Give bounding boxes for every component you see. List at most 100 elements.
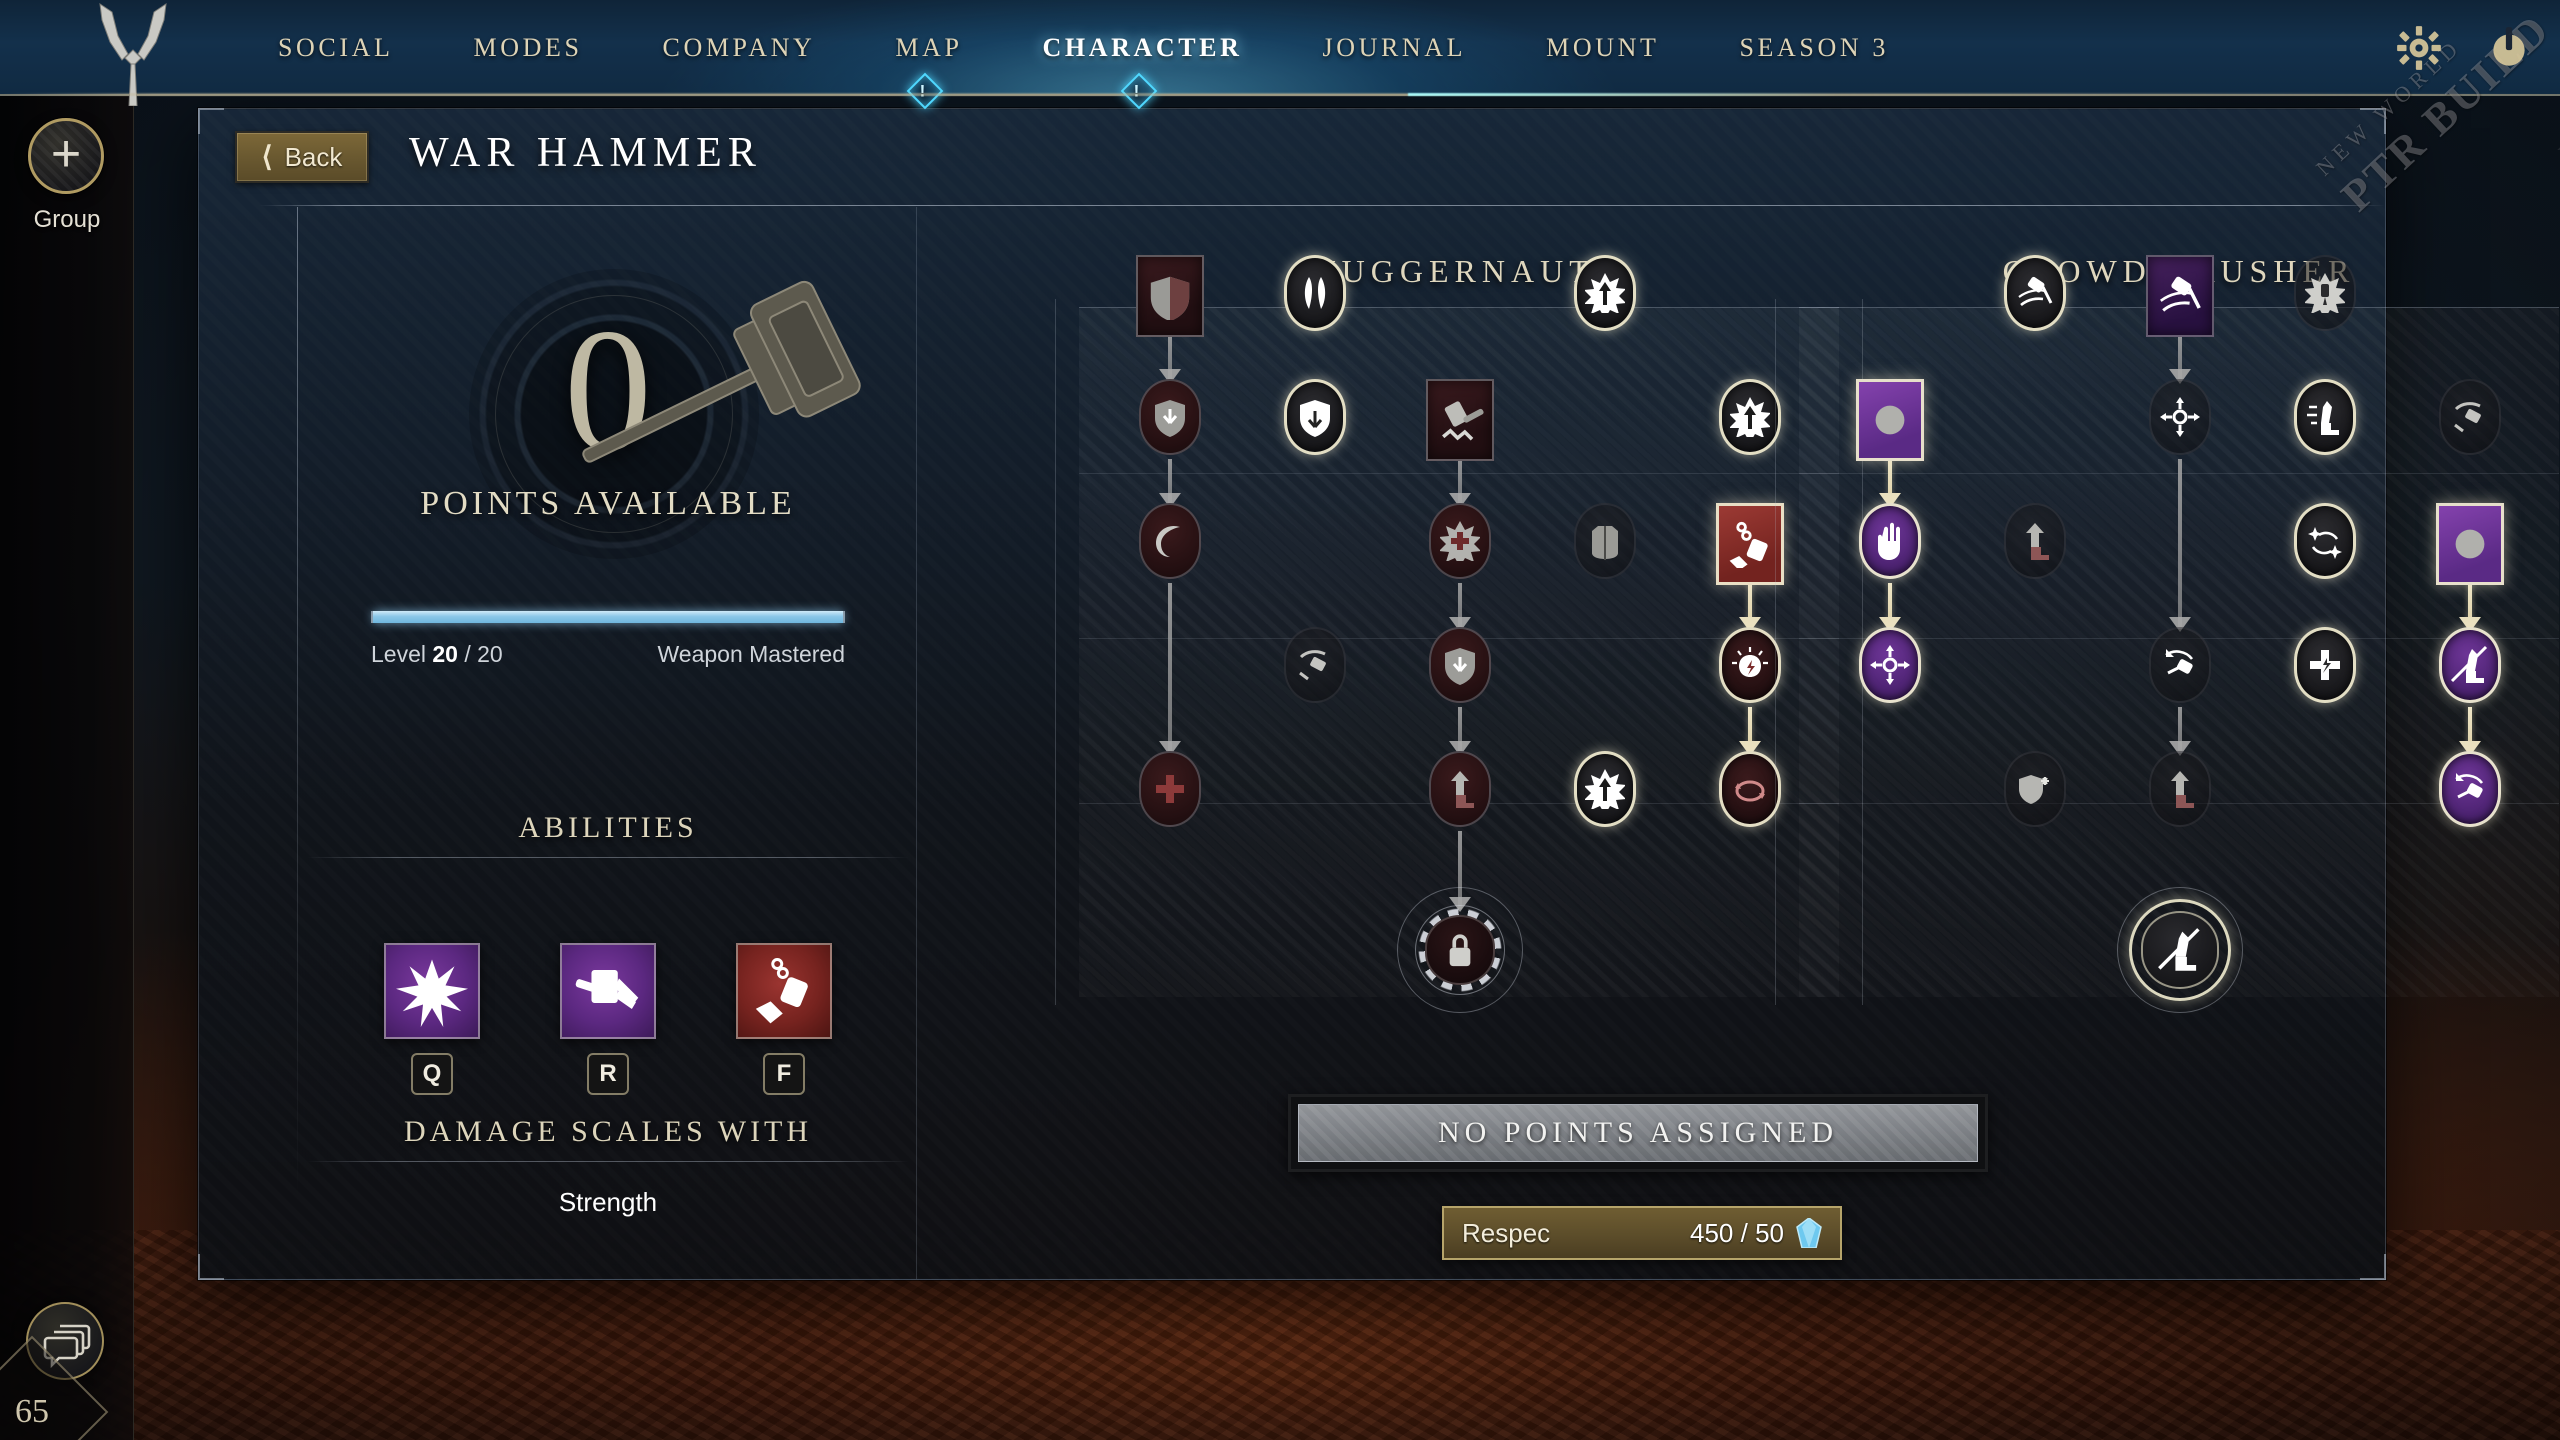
- top-navigation-bar: SOCIAL MODES COMPANY MAP ! CHARACTER ! J…: [0, 0, 2560, 221]
- abilities-heading: ABILITIES: [518, 811, 698, 844]
- power-icon[interactable]: [2484, 23, 2534, 73]
- skill-node[interactable]: [2004, 503, 2066, 579]
- skill-node[interactable]: [1719, 627, 1781, 703]
- nav-item-modes[interactable]: MODES: [434, 0, 623, 96]
- gear-icon[interactable]: [2394, 23, 2444, 73]
- skill-node[interactable]: [2149, 379, 2211, 455]
- skill-node[interactable]: [2294, 627, 2356, 703]
- ability-slot-r[interactable]: R: [560, 943, 656, 1095]
- nav-item-company[interactable]: COMPANY: [623, 0, 856, 96]
- skill-node[interactable]: [1397, 887, 1523, 1013]
- respec-button[interactable]: Respec 450 / 50: [1442, 1206, 1842, 1260]
- nav-item-map[interactable]: MAP !: [855, 0, 1002, 110]
- nav-item-journal[interactable]: JOURNAL: [1282, 0, 1506, 96]
- cross-icon: [1156, 775, 1184, 803]
- swirl-icon: [1156, 525, 1180, 557]
- abilities-row: Q R F: [299, 943, 917, 1095]
- weapon-level-text: Level 20 / 20: [371, 641, 503, 668]
- mastery-status-text: Weapon Mastered: [657, 641, 845, 667]
- armor-vest-icon: [1592, 526, 1618, 560]
- skill-node[interactable]: [1136, 255, 1204, 337]
- skill-link: [2169, 707, 2191, 756]
- mastery-progress-fill: [373, 611, 843, 623]
- skill-node[interactable]: [2146, 255, 2214, 337]
- skill-link: [1159, 459, 1181, 508]
- skill-node[interactable]: [1859, 503, 1921, 579]
- ability-keybind-q: Q: [411, 1053, 453, 1095]
- skill-node[interactable]: [1429, 751, 1491, 827]
- skill-link: [2169, 459, 2191, 632]
- skill-node[interactable]: [1284, 627, 1346, 703]
- points-status-inner: NO POINTS ASSIGNED: [1298, 1104, 1978, 1162]
- burst-arrow-icon: [1730, 397, 1770, 437]
- skill-node[interactable]: [1716, 503, 1784, 585]
- boot-up-icon: [2171, 771, 2194, 808]
- tree-nodes-crowd-crusher: [1799, 207, 2559, 1087]
- skill-node[interactable]: [2117, 887, 2243, 1013]
- nav-item-social[interactable]: SOCIAL: [238, 0, 434, 96]
- ability-slot-f[interactable]: F: [736, 943, 832, 1095]
- skill-node[interactable]: [2294, 379, 2356, 455]
- nav-item-character[interactable]: CHARACTER !: [1003, 0, 1283, 110]
- skill-node[interactable]: [1574, 751, 1636, 827]
- ultimate-core: [1425, 915, 1495, 985]
- skill-node[interactable]: [1429, 627, 1491, 703]
- skill-node[interactable]: [1426, 379, 1494, 461]
- skill-node[interactable]: [1574, 255, 1636, 331]
- panel-left-guide: [297, 207, 298, 1281]
- skill-node[interactable]: [2439, 627, 2501, 703]
- stars-swirl-icon: [2308, 527, 2342, 559]
- skill-link: [2459, 583, 2481, 632]
- respec-cost-separator: /: [1740, 1217, 1748, 1248]
- skill-link: [1879, 459, 1901, 508]
- hammer-slam-icon: [2455, 529, 2485, 559]
- respec-cost-text: 450 / 50: [1690, 1218, 1784, 1249]
- skill-node[interactable]: [2004, 751, 2066, 827]
- nav-item-mount[interactable]: MOUNT: [1506, 0, 1699, 96]
- skill-node[interactable]: [1574, 503, 1636, 579]
- shield-arrow-icon: [1300, 400, 1330, 437]
- skill-node[interactable]: [2294, 503, 2356, 579]
- hammer-swing-icon: [2160, 276, 2201, 312]
- left-rail: + Group 65: [0, 96, 134, 1440]
- weapon-summary-column: 0 POINTS AVAILABLE Level 20 / 20 Weapon …: [299, 207, 917, 1279]
- alert-diamond-icon: !: [906, 72, 944, 110]
- feathers-icon: [1304, 277, 1326, 309]
- respec-cost-group: 450 / 50: [1690, 1218, 1822, 1249]
- shield-down-icon: [1445, 648, 1475, 685]
- skill-node[interactable]: [1284, 379, 1346, 455]
- nav-item-season-3[interactable]: SEASON 3: [1699, 0, 1928, 96]
- skill-link: [2459, 707, 2481, 756]
- nav-item-label: COMPANY: [662, 33, 816, 62]
- skill-node[interactable]: [2436, 503, 2504, 585]
- plus-burst-icon: [2310, 650, 2340, 680]
- level-separator: /: [464, 641, 471, 667]
- skill-node[interactable]: [1856, 379, 1924, 461]
- mastery-progress-bar: [371, 611, 845, 623]
- group-button[interactable]: +: [28, 118, 104, 194]
- damage-scales-value: Strength: [558, 1187, 658, 1217]
- skill-node[interactable]: [1719, 751, 1781, 827]
- skill-node[interactable]: [2149, 627, 2211, 703]
- level-current: 20: [432, 641, 458, 667]
- ability-slot-q[interactable]: Q: [384, 943, 480, 1095]
- damage-scales-heading: DAMAGE SCALES WITH: [403, 1115, 813, 1148]
- mastery-progress-labels: Level 20 / 20 Weapon Mastered: [371, 641, 845, 668]
- plus-icon: +: [50, 124, 82, 183]
- skill-node[interactable]: [2439, 751, 2501, 827]
- page-title: WAR HAMMER: [409, 130, 762, 176]
- skill-node[interactable]: [2149, 751, 2211, 827]
- skill-node[interactable]: [2439, 379, 2501, 455]
- skill-node[interactable]: [2294, 255, 2356, 331]
- skill-node[interactable]: [1859, 627, 1921, 703]
- skill-node[interactable]: [1139, 751, 1201, 827]
- skill-node[interactable]: [1429, 503, 1491, 579]
- skill-node[interactable]: [2004, 255, 2066, 331]
- skill-node[interactable]: [1139, 379, 1201, 455]
- skill-node[interactable]: [1719, 379, 1781, 455]
- back-button[interactable]: ⟨ Back: [235, 131, 369, 183]
- nav-badge-character: !: [1120, 72, 1160, 112]
- skill-node[interactable]: [1284, 255, 1346, 331]
- hammer-ground-icon: [1442, 401, 1484, 441]
- skill-node[interactable]: [1139, 503, 1201, 579]
